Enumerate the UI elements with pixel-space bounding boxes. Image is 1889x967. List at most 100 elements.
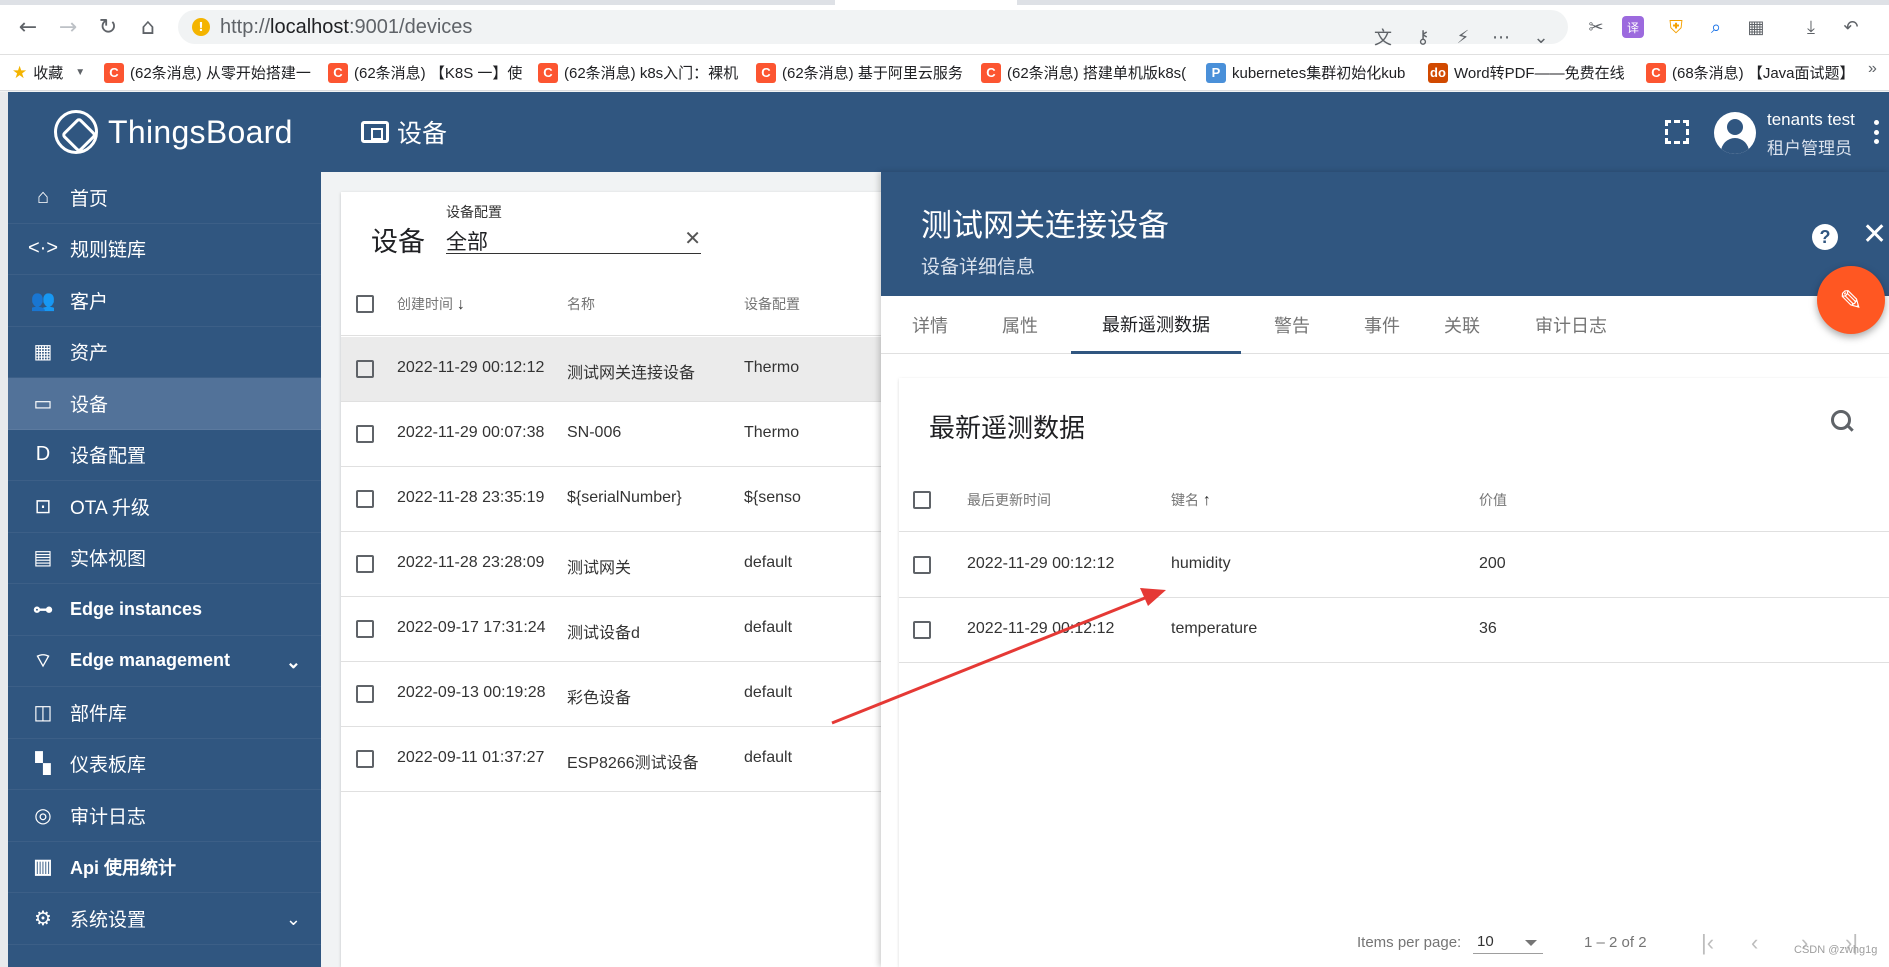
sidebar-item-label: 客户 (70, 291, 109, 313)
edge-management-icon: ⌔ (33, 650, 53, 673)
first-page-icon[interactable]: |‹ (1701, 930, 1714, 956)
bookmarks-overflow-icon[interactable]: » (1868, 60, 1877, 78)
avatar[interactable] (1714, 112, 1756, 154)
row-checkbox[interactable] (356, 360, 374, 378)
table-row[interactable]: 2022-09-11 01:37:27 ESP8266测试设备 default (341, 727, 901, 792)
tab-5[interactable]: 关联 (1431, 296, 1493, 354)
forward-icon[interactable]: → (54, 13, 82, 41)
sidebar-item-assets[interactable]: ▦ 资产 (8, 327, 321, 378)
logo-area[interactable]: ThingsBoard (8, 92, 321, 172)
bookmark-item[interactable]: C (68条消息) 【Java面试题】 (1640, 60, 1850, 86)
table-row[interactable]: 2022-11-29 00:12:12 测试网关连接设备 Thermo (341, 337, 901, 402)
row-checkbox[interactable] (356, 425, 374, 443)
reload-icon[interactable]: ↻ (94, 13, 122, 41)
sidebar-item-customers[interactable]: 👥 客户 (8, 275, 321, 327)
row-checkbox[interactable] (356, 620, 374, 638)
insecure-warning-icon[interactable]: ! (192, 18, 210, 36)
column-device-profile[interactable]: 设备配置 (744, 294, 800, 314)
more-horiz-icon[interactable]: ⋯ (1488, 24, 1514, 50)
cell-profile: Thermo (744, 424, 800, 441)
prev-page-icon[interactable]: ‹ (1751, 930, 1758, 956)
sidebar-item-edge[interactable]: ⊶ Edge instances (8, 584, 321, 636)
sidebar-item-dashboard[interactable]: ▚ 仪表板库 (8, 739, 321, 790)
row-checkbox[interactable] (913, 556, 931, 574)
row-checkbox[interactable] (356, 750, 374, 768)
sidebar-item-api-usage[interactable]: ▥ Api 使用统计 (8, 842, 321, 893)
bookmark-item[interactable]: C (62条消息) k8s入门：裸机 (532, 60, 750, 86)
tab-3[interactable]: 警告 (1261, 296, 1323, 354)
table-row[interactable]: 2022-11-28 23:35:19 ${serialNumber} ${sens… (341, 467, 901, 532)
customers-icon: 👥 (30, 289, 56, 312)
more-vert-icon[interactable] (1873, 120, 1879, 144)
sidebar-item-label: 设备配置 (70, 446, 147, 468)
bookmark-item[interactable]: C (62条消息) 搭建单机版k8s( (975, 60, 1200, 86)
sidebar-item-home[interactable]: ⌂ 首页 (8, 172, 321, 224)
column-last-update[interactable]: 最后更新时间 (967, 490, 1051, 510)
scissors-icon[interactable]: ✂ (1582, 13, 1610, 41)
bookmark-item[interactable]: do Word转PDF——免费在线 (1422, 60, 1640, 86)
sidebar: ⌂ 首页 <·> 规则链库 👥 客户 ▦ 资产 ▭ 设备 D 设备配置 ⊡ OTA 升级 ▤ 实体视图 ⊶ Edg… (8, 172, 321, 967)
sidebar-item-widgets[interactable]: ◫ 部件库 (8, 687, 321, 739)
telemetry-row[interactable]: 2022-11-29 00:12:12 humidity 200 (899, 533, 1889, 598)
bookmark-item[interactable]: C (62条消息) 从零开始搭建一 (98, 60, 322, 86)
filter-value: 全部 (446, 231, 488, 254)
telemetry-row[interactable]: 2022-11-29 00:12:12 temperature 36 (899, 598, 1889, 663)
sidebar-item-device-profile[interactable]: D 设备配置 (8, 430, 321, 481)
back-icon[interactable]: ← (14, 13, 42, 41)
row-checkbox[interactable] (356, 685, 374, 703)
home-page-icon[interactable]: ⌂ (134, 13, 162, 41)
device-profile-filter[interactable]: 全部 ✕ (446, 224, 701, 254)
download-icon[interactable]: ⤓ (1797, 13, 1825, 41)
table-row[interactable]: 2022-11-29 00:07:38 SN-006 Thermo (341, 402, 901, 467)
items-per-page-select[interactable]: 10 (1473, 930, 1543, 954)
lightning-icon[interactable]: ⚡ (1450, 24, 1476, 50)
search-ext-icon[interactable]: ⌕ (1702, 13, 1730, 41)
row-checkbox[interactable] (913, 621, 931, 639)
shield-icon[interactable]: ⛨ (1662, 13, 1690, 41)
column-key[interactable]: 键名 ↑ (1171, 490, 1211, 510)
undo-icon[interactable]: ↶ (1837, 13, 1865, 41)
translate-icon[interactable]: 文 (1370, 24, 1396, 50)
help-icon[interactable]: ? (1812, 224, 1838, 250)
sidebar-item-edge-management[interactable]: ⌔ Edge management ⌄ (8, 636, 321, 687)
select-all-checkbox[interactable] (913, 491, 931, 509)
tab-0[interactable]: 详情 (901, 296, 959, 354)
sidebar-item-rule-chain[interactable]: <·> 规则链库 (8, 224, 321, 275)
table-row[interactable]: 2022-11-28 23:28:09 测试网关 default (341, 532, 901, 597)
tab-2[interactable]: 最新遥测数据 (1071, 296, 1241, 354)
translate-ext-icon[interactable]: 译 (1622, 16, 1644, 38)
address-bar[interactable]: ! http://localhost:9001/devices 文 ⚷ ⚡ ⋯ … (178, 10, 1568, 49)
chevron-down-icon[interactable]: ⌄ (286, 909, 301, 930)
sidebar-item-ota[interactable]: ⊡ OTA 升级 (8, 481, 321, 533)
select-all-checkbox[interactable] (356, 295, 374, 313)
bookmark-item[interactable]: C (62条消息) 【K8S 一】使 (322, 60, 532, 86)
apps-grid-icon[interactable]: ▦ (1742, 13, 1770, 41)
user-name[interactable]: tenants test (1767, 110, 1855, 130)
close-icon[interactable]: ✕ (1862, 220, 1887, 250)
url-text[interactable]: http://localhost:9001/devices (220, 16, 472, 39)
table-row[interactable]: 2022-09-13 00:19:28 彩色设备 default (341, 662, 901, 727)
bookmarks-folder[interactable]: ★ 收藏 ▼ (0, 60, 98, 86)
row-checkbox[interactable] (356, 490, 374, 508)
chevron-down-icon[interactable]: ⌄ (1528, 24, 1554, 50)
bookmark-item[interactable]: Pkubernetes集群初始化kub (1200, 60, 1422, 86)
tab-6[interactable]: 审计日志 (1521, 296, 1621, 354)
sidebar-item-entity-view[interactable]: ▤ 实体视图 (8, 533, 321, 584)
column-created-time[interactable]: 创建时间 ↓ (397, 294, 465, 314)
table-row[interactable]: 2022-09-17 17:31:24 测试设备d default (341, 597, 901, 662)
bookmark-item[interactable]: C (62条消息) 基于阿里云服务 (750, 60, 975, 86)
chevron-down-icon[interactable]: ⌄ (286, 652, 301, 673)
key-icon[interactable]: ⚷ (1410, 24, 1436, 50)
row-checkbox[interactable] (356, 555, 374, 573)
fullscreen-icon[interactable] (1665, 120, 1689, 144)
tab-4[interactable]: 事件 (1351, 296, 1413, 354)
column-name[interactable]: 名称 (567, 294, 595, 314)
clear-filter-icon[interactable]: ✕ (684, 226, 701, 251)
widgets-icon: ◫ (33, 701, 53, 724)
tab-1[interactable]: 属性 (991, 296, 1049, 354)
sidebar-item-settings[interactable]: ⚙ 系统设置 ⌄ (8, 893, 321, 945)
search-icon[interactable] (1829, 408, 1855, 434)
column-value[interactable]: 价值 (1479, 490, 1507, 510)
sidebar-item-audit-log[interactable]: ◎ 审计日志 (8, 790, 321, 842)
sidebar-item-devices[interactable]: ▭ 设备 (8, 378, 321, 430)
